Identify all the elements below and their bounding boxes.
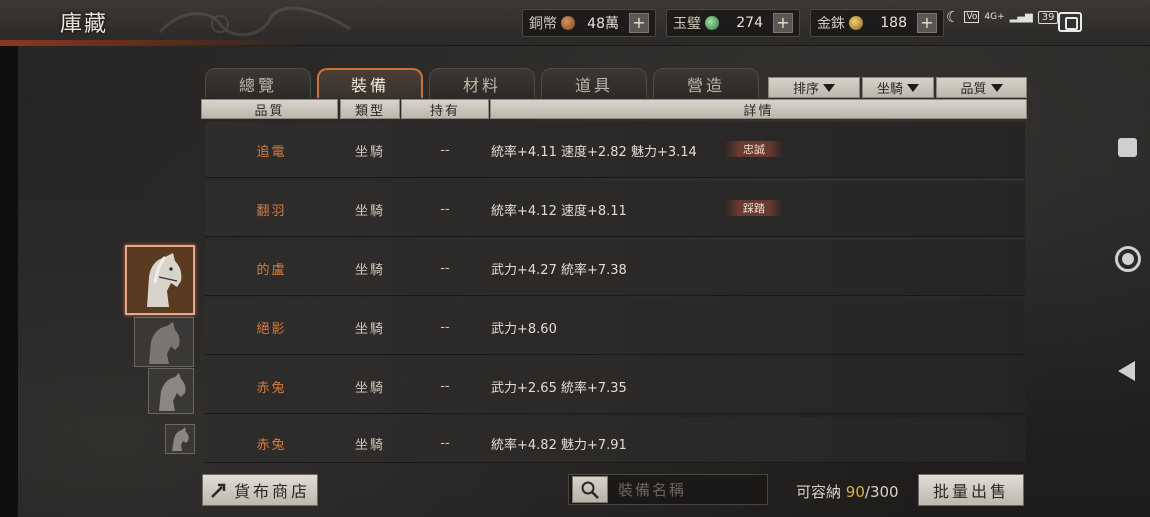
capacity-max: /300 bbox=[864, 483, 899, 501]
item-owner: -- bbox=[440, 260, 450, 276]
dropdown-label: 坐騎 bbox=[876, 82, 903, 97]
bulk-sell-button[interactable]: 批量出售 bbox=[918, 474, 1024, 506]
sort-dropdown[interactable]: 排序 bbox=[768, 77, 860, 98]
currency-name: 金銖 bbox=[817, 16, 845, 32]
horse-portrait[interactable] bbox=[165, 424, 195, 454]
item-details: 武力+8.60 bbox=[491, 321, 557, 337]
horse-icon bbox=[166, 425, 194, 453]
tab-equipment[interactable]: 裝備 bbox=[317, 68, 423, 98]
capacity-display: 可容納 90/300 bbox=[796, 481, 899, 502]
item-details: 武力+2.65 統率+7.35 bbox=[491, 380, 627, 396]
chevron-down-icon bbox=[907, 83, 919, 92]
item-name: 赤兔 bbox=[256, 380, 287, 396]
item-name: 翻羽 bbox=[256, 203, 287, 219]
add-jade-button[interactable]: + bbox=[773, 13, 793, 33]
table-row[interactable]: 赤兔 坐騎 -- 武力+2.65 統率+7.35 bbox=[205, 358, 1025, 414]
item-name: 追電 bbox=[256, 144, 287, 160]
currency-jade: 玉璧 274 + bbox=[666, 9, 800, 37]
currency-copper: 銅幣 48萬 + bbox=[522, 9, 656, 37]
table-row[interactable]: 絕影 坐騎 -- 武力+8.60 bbox=[205, 299, 1025, 355]
search-icon[interactable] bbox=[572, 476, 608, 503]
tab-items[interactable]: 道具 bbox=[541, 68, 647, 98]
skill-tag: 忠誠 bbox=[725, 141, 783, 157]
item-owner: -- bbox=[440, 201, 450, 217]
currency-name: 銅幣 bbox=[529, 16, 557, 32]
item-name: 絕影 bbox=[256, 321, 287, 337]
currency-shop-button[interactable]: 貨布商店 bbox=[202, 474, 318, 506]
capacity-label: 可容納 bbox=[796, 483, 842, 501]
back-icon[interactable] bbox=[1118, 361, 1135, 381]
type-dropdown[interactable]: 坐騎 bbox=[862, 77, 934, 98]
tab-construction[interactable]: 營造 bbox=[653, 68, 759, 98]
moon-icon: ☾ bbox=[946, 8, 960, 26]
network-label: 4G+ bbox=[984, 12, 1005, 22]
arrow-icon bbox=[211, 483, 226, 498]
chevron-down-icon bbox=[990, 83, 1003, 92]
currency-value: 274 bbox=[736, 15, 763, 31]
left-edge bbox=[0, 0, 18, 517]
item-type: 坐騎 bbox=[354, 262, 385, 278]
dropdown-label: 排序 bbox=[792, 82, 819, 97]
currency-name: 玉璧 bbox=[673, 16, 701, 32]
quality-dropdown[interactable]: 品質 bbox=[936, 77, 1027, 98]
currency-gold: 金銖 188 + bbox=[810, 9, 944, 37]
item-type: 坐騎 bbox=[354, 203, 385, 219]
item-details: 統率+4.82 魅力+7.91 bbox=[491, 437, 627, 453]
item-name: 的盧 bbox=[256, 262, 287, 278]
add-gold-button[interactable]: + bbox=[917, 13, 937, 33]
item-details: 武力+4.27 統率+7.38 bbox=[491, 262, 627, 278]
recent-apps-icon[interactable] bbox=[1118, 138, 1137, 157]
battery-level: 39 bbox=[1041, 11, 1055, 23]
copper-coin-icon bbox=[561, 16, 575, 30]
home-icon[interactable] bbox=[1115, 246, 1141, 272]
column-header-owner: 持有 bbox=[401, 99, 489, 119]
item-type: 坐騎 bbox=[354, 144, 385, 160]
currency-value: 188 bbox=[880, 15, 907, 31]
jade-coin-icon bbox=[705, 16, 719, 30]
tab-overview[interactable]: 總覽 bbox=[205, 68, 311, 98]
add-copper-button[interactable]: + bbox=[629, 13, 649, 33]
item-type: 坐騎 bbox=[354, 437, 385, 453]
horse-icon bbox=[149, 369, 193, 413]
skill-tag: 踩踏 bbox=[725, 200, 783, 216]
item-type: 坐騎 bbox=[354, 321, 385, 337]
horse-icon bbox=[127, 247, 193, 313]
capacity-current: 90 bbox=[845, 483, 865, 501]
item-name: 赤兔 bbox=[256, 437, 287, 453]
battery-icon: 39 bbox=[1037, 10, 1059, 24]
tab-materials[interactable]: 材料 bbox=[429, 68, 535, 98]
table-row[interactable]: 的盧 坐騎 -- 武力+4.27 統率+7.38 bbox=[205, 240, 1025, 296]
status-bar: ☾ Vo 4G+ ▂▄▆ 39 bbox=[946, 8, 1059, 26]
item-owner: -- bbox=[440, 435, 450, 451]
item-owner: -- bbox=[440, 142, 450, 158]
item-owner: -- bbox=[440, 378, 450, 394]
horse-portrait-selected[interactable] bbox=[125, 245, 195, 315]
currency-value: 48萬 bbox=[587, 16, 619, 32]
gold-coin-icon bbox=[849, 16, 863, 30]
column-header-type: 類型 bbox=[340, 99, 400, 119]
item-details: 統率+4.12 速度+8.11 bbox=[491, 203, 627, 219]
item-details: 統率+4.11 速度+2.82 魅力+3.14 bbox=[491, 144, 697, 160]
page-title: 庫藏 bbox=[60, 12, 109, 37]
horse-icon bbox=[135, 318, 193, 366]
signal-bars-icon: ▂▄▆ bbox=[1009, 11, 1033, 23]
column-header-details: 詳情 bbox=[490, 99, 1027, 119]
horse-portrait[interactable] bbox=[148, 368, 194, 414]
table-row[interactable]: 赤兔 坐騎 -- 統率+4.82 魅力+7.91 bbox=[205, 417, 1025, 463]
signal-icon: Vo bbox=[964, 11, 980, 23]
button-label: 貨布商店 bbox=[233, 482, 310, 501]
search-input[interactable] bbox=[618, 480, 758, 499]
table-row[interactable]: 追電 坐騎 -- 統率+4.11 速度+2.82 魅力+3.14 忠誠 bbox=[205, 122, 1025, 178]
return-button[interactable] bbox=[1058, 12, 1082, 32]
item-owner: -- bbox=[440, 319, 450, 335]
cloud-ornament-icon bbox=[158, 6, 351, 37]
chevron-down-icon bbox=[823, 83, 835, 92]
search-box bbox=[568, 474, 768, 505]
top-bar: 庫藏 銅幣 48萬 + 玉璧 274 + 金銖 188 + ☾ Vo 4G+ ▂… bbox=[0, 0, 1150, 46]
item-type: 坐騎 bbox=[354, 380, 385, 396]
dropdown-label: 品質 bbox=[960, 82, 987, 97]
column-header-quality: 品質 bbox=[201, 99, 338, 119]
table-row[interactable]: 翻羽 坐騎 -- 統率+4.12 速度+8.11 踩踏 bbox=[205, 181, 1025, 237]
horse-portrait[interactable] bbox=[134, 317, 194, 367]
